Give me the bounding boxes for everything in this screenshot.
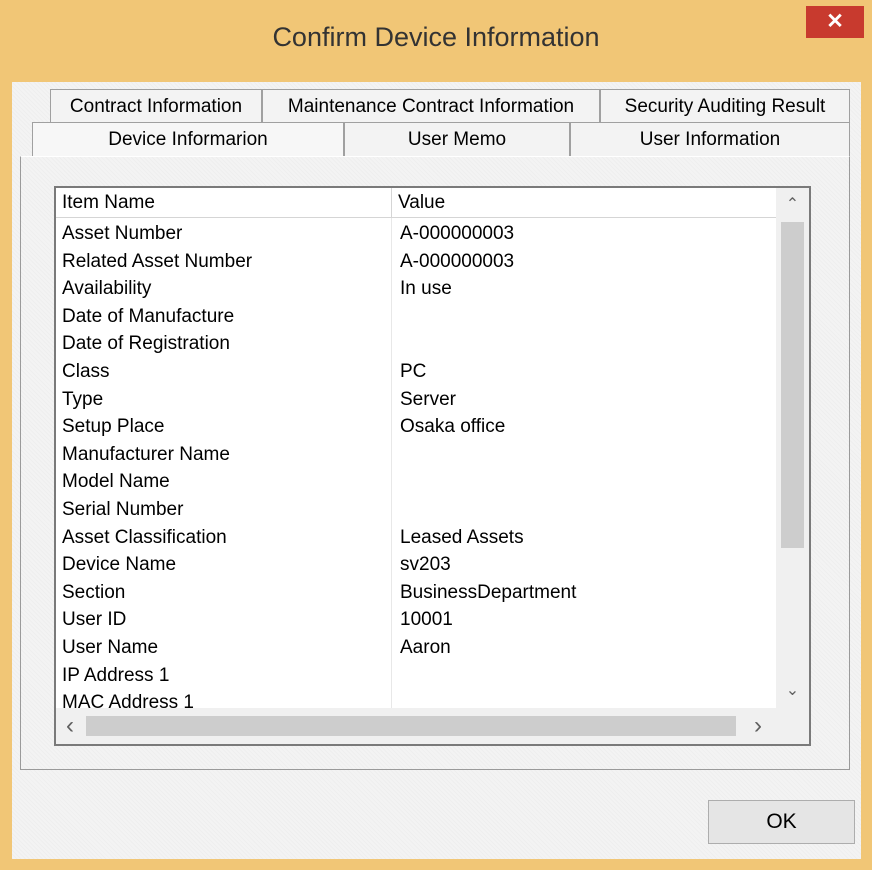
value-cell: A-000000003 [400,223,515,244]
item-name-cell: Availability [62,278,152,300]
dialog-window: Confirm Device Information ✕ Contract In… [0,0,872,870]
title-bar[interactable]: Confirm Device Information ✕ [0,0,872,82]
item-name-cell: Device Name [62,554,177,576]
table-row[interactable]: Availability In use [56,275,776,303]
table-row[interactable]: Device Name sv203 [56,551,776,579]
item-name-cell: Serial Number [62,498,184,520]
value-cell [400,496,770,524]
table-row[interactable]: IP Address 1 [56,662,776,690]
table-row[interactable]: User ID 10001 [56,606,776,634]
item-name-cell: Section [62,581,126,603]
vertical-scrollbar[interactable]: ⌃ ⌄ [776,188,809,708]
item-name-cell: Class [62,360,110,382]
close-button[interactable]: ✕ [806,6,864,38]
dialog-title: Confirm Device Information [272,22,600,52]
close-icon: ✕ [826,10,844,33]
list-rows: Asset Number A-000000003 Related Asset Num… [56,220,776,717]
table-row[interactable]: Date of Registration [56,330,776,358]
value-cell [400,303,770,331]
tab-label: Security Auditing Result [624,96,826,117]
tab-label: Contract Information [69,96,243,117]
scroll-right-icon[interactable]: › [744,711,772,741]
scrollbar-corner [776,708,809,744]
value-cell: Leased Assets [400,526,524,548]
table-row[interactable]: Asset Number A-000000003 [56,220,776,248]
value-cell: BusinessDepartment [400,581,577,603]
table-row[interactable]: Date of Manufacture [56,303,776,331]
scroll-up-icon[interactable]: ⌃ [776,190,809,220]
table-row[interactable]: Section BusinessDepartment [56,579,776,607]
column-header-item-name[interactable]: Item Name [56,188,391,218]
table-row[interactable]: Manufacturer Name [56,441,776,469]
tab-maintenance-contract-information[interactable]: Maintenance Contract Information [262,89,600,123]
item-name-cell: Date of Registration [62,333,230,355]
horizontal-scroll-thumb[interactable] [86,716,736,736]
item-name-cell: User Name [62,636,159,658]
column-header-value[interactable]: Value [392,188,776,218]
value-cell: Osaka office [400,416,506,438]
item-name-cell: Type [62,388,104,410]
scroll-down-icon[interactable]: ⌄ [776,676,809,706]
tab-security-auditing-result[interactable]: Security Auditing Result [600,89,850,123]
item-name-cell: User ID [62,609,127,631]
value-cell: A-000000003 [400,250,515,272]
device-info-list[interactable]: Item Name Value Asset Number A-000000003 R… [54,186,811,746]
tab-label: Device Informarion [108,129,268,150]
tab-user-memo[interactable]: User Memo [344,122,570,156]
dialog-client-area: Contract Information Maintenance Contrac… [12,82,861,859]
item-name-cell: Date of Manufacture [62,305,235,327]
table-row[interactable]: Related Asset Number A-000000003 [56,248,776,276]
value-cell [400,441,770,469]
tab-contract-information[interactable]: Contract Information [50,89,262,123]
table-row[interactable]: Type Server [56,386,776,414]
item-name-cell: Asset Number [62,223,183,244]
vertical-scroll-thumb[interactable] [781,222,804,548]
value-cell: Server [400,388,456,410]
item-name-cell: Related Asset Number [62,250,253,272]
table-row[interactable]: Class PC [56,358,776,386]
item-name-cell: Model Name [62,471,170,493]
value-cell [400,330,770,358]
tab-device-information[interactable]: Device Informarion [32,122,344,156]
table-row[interactable]: Serial Number [56,496,776,524]
scroll-left-icon[interactable]: ‹ [56,711,84,741]
value-cell [400,662,770,690]
table-row[interactable]: Model Name [56,468,776,496]
table-row[interactable]: Asset Classification Leased Assets [56,524,776,552]
tab-label: User Information [639,129,781,150]
tab-user-information[interactable]: User Information [570,122,850,156]
item-name-cell: Asset Classification [62,526,227,548]
horizontal-scrollbar[interactable]: ‹ › [56,708,776,744]
item-name-cell: IP Address 1 [62,664,170,686]
tab-label: Maintenance Contract Information [287,96,575,117]
tab-label: User Memo [407,129,507,150]
value-cell: sv203 [400,554,451,576]
item-name-cell: Manufacturer Name [62,443,230,465]
value-cell: PC [400,360,427,382]
list-header: Item Name Value [56,188,776,218]
value-cell: Aaron [400,636,451,658]
ok-button[interactable]: OK [708,800,855,844]
value-cell [400,468,770,496]
table-row[interactable]: Setup Place Osaka office [56,413,776,441]
value-cell: 10001 [400,609,453,631]
item-name-cell: Setup Place [62,416,165,438]
value-cell: In use [400,278,452,300]
table-row[interactable]: User Name Aaron [56,634,776,662]
